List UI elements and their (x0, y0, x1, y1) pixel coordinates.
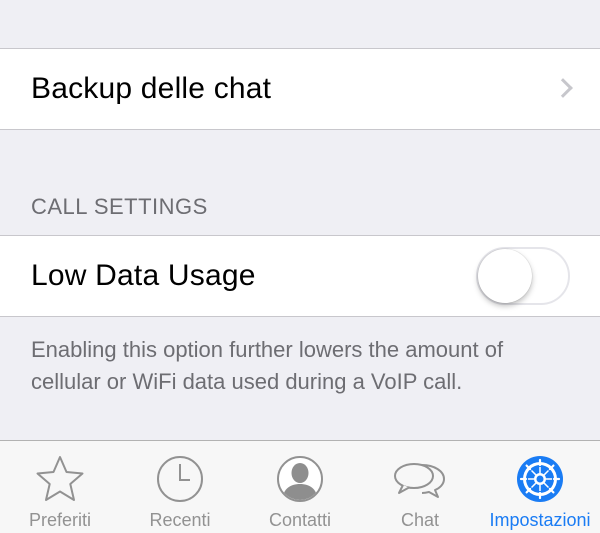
gear-icon (517, 456, 563, 502)
toggle-knob (478, 249, 532, 303)
tab-impostazioni[interactable]: Impostazioni (480, 441, 600, 533)
tab-label: Preferiti (28, 510, 91, 530)
tab-label: Chat (400, 510, 440, 530)
backup-chat-label: Backup delle chat (31, 72, 272, 105)
low-data-usage-description: Enabling this option further lowers the … (31, 337, 504, 394)
low-data-usage-row: Low Data Usage (0, 235, 600, 317)
top-spacer (0, 0, 600, 48)
tab-label: Impostazioni (489, 510, 591, 530)
tab-label: Recenti (149, 510, 211, 530)
clock-icon (157, 456, 203, 502)
low-data-usage-label: Low Data Usage (31, 259, 256, 292)
contact-icon (277, 456, 323, 502)
tab-preferiti[interactable]: Preferiti (0, 441, 120, 533)
call-settings-header: CALL SETTINGS (31, 194, 208, 219)
star-icon (36, 456, 84, 501)
tab-contatti[interactable]: Contatti (240, 441, 360, 533)
tab-recenti[interactable]: Recenti (120, 441, 240, 533)
tab-chat[interactable]: Chat (360, 441, 480, 533)
tab-bar: Preferiti Recenti Contatti Chat Impostaz… (0, 440, 600, 533)
chat-bubbles-icon (394, 463, 445, 498)
chevron-right-icon (553, 78, 573, 98)
low-data-usage-toggle[interactable] (476, 247, 570, 305)
settings-screen: Backup delle chat CALL SETTINGS Low Data… (0, 0, 600, 533)
tab-label: Contatti (268, 510, 332, 530)
backup-chat-row[interactable]: Backup delle chat (0, 48, 600, 130)
